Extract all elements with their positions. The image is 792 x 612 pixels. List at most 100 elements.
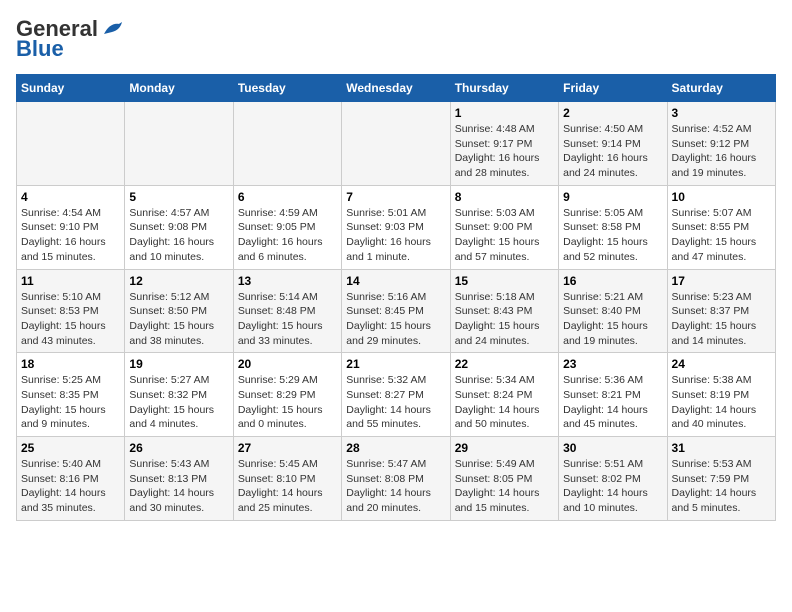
calendar-cell: 10 Sunrise: 5:07 AM Sunset: 8:55 PM Dayli… [667,185,775,269]
day-info: Sunrise: 5:03 AM Sunset: 9:00 PM Dayligh… [455,206,554,265]
day-number: 27 [238,441,337,455]
calendar-cell: 24 Sunrise: 5:38 AM Sunset: 8:19 PM Dayli… [667,353,775,437]
day-info: Sunrise: 5:45 AM Sunset: 8:10 PM Dayligh… [238,457,337,516]
day-info: Sunrise: 5:21 AM Sunset: 8:40 PM Dayligh… [563,290,662,349]
day-number: 13 [238,274,337,288]
day-info: Sunrise: 5:07 AM Sunset: 8:55 PM Dayligh… [672,206,771,265]
day-info: Sunrise: 5:01 AM Sunset: 9:03 PM Dayligh… [346,206,445,265]
calendar-cell: 16 Sunrise: 5:21 AM Sunset: 8:40 PM Dayli… [559,269,667,353]
calendar-cell [342,102,450,186]
calendar-cell: 5 Sunrise: 4:57 AM Sunset: 9:08 PM Daylig… [125,185,233,269]
day-info: Sunrise: 5:10 AM Sunset: 8:53 PM Dayligh… [21,290,120,349]
day-info: Sunrise: 5:27 AM Sunset: 8:32 PM Dayligh… [129,373,228,432]
day-info: Sunrise: 4:52 AM Sunset: 9:12 PM Dayligh… [672,122,771,181]
calendar-cell: 7 Sunrise: 5:01 AM Sunset: 9:03 PM Daylig… [342,185,450,269]
day-number: 25 [21,441,120,455]
calendar-cell: 17 Sunrise: 5:23 AM Sunset: 8:37 PM Dayli… [667,269,775,353]
day-number: 1 [455,106,554,120]
calendar-week: 18Sunrise: 5:25 AM Sunset: 8:35 PM Dayli… [17,353,776,437]
day-number: 15 [455,274,554,288]
calendar-cell: 23 Sunrise: 5:36 AM Sunset: 8:21 PM Dayli… [559,353,667,437]
calendar-cell: 29Sunrise: 5:49 AM Sunset: 8:05 PM Dayli… [450,437,558,521]
day-number: 19 [129,357,228,371]
calendar-cell: 19 Sunrise: 5:27 AM Sunset: 8:32 PM Dayli… [125,353,233,437]
calendar-cell: 3Sunrise: 4:52 AM Sunset: 9:12 PM Daylig… [667,102,775,186]
day-info: Sunrise: 4:54 AM Sunset: 9:10 PM Dayligh… [21,206,120,265]
logo-blue: Blue [16,36,64,62]
day-info: Sunrise: 5:36 AM Sunset: 8:21 PM Dayligh… [563,373,662,432]
day-info: Sunrise: 5:53 AM Sunset: 7:59 PM Dayligh… [672,457,771,516]
calendar-cell: 20 Sunrise: 5:29 AM Sunset: 8:29 PM Dayli… [233,353,341,437]
header-row: SundayMondayTuesdayWednesdayThursdayFrid… [17,75,776,102]
day-number: 18 [21,357,120,371]
day-number: 4 [21,190,120,204]
calendar-cell: 2 Sunrise: 4:50 AM Sunset: 9:14 PM Daylig… [559,102,667,186]
day-info: Sunrise: 5:38 AM Sunset: 8:19 PM Dayligh… [672,373,771,432]
day-number: 12 [129,274,228,288]
day-number: 5 [129,190,228,204]
day-number: 26 [129,441,228,455]
day-info: Sunrise: 5:18 AM Sunset: 8:43 PM Dayligh… [455,290,554,349]
calendar-cell: 8Sunrise: 5:03 AM Sunset: 9:00 PM Daylig… [450,185,558,269]
day-of-week-header: Saturday [667,75,775,102]
day-number: 22 [455,357,554,371]
calendar-cell [125,102,233,186]
day-info: Sunrise: 5:29 AM Sunset: 8:29 PM Dayligh… [238,373,337,432]
calendar-cell: 6Sunrise: 4:59 AM Sunset: 9:05 PM Daylig… [233,185,341,269]
day-info: Sunrise: 5:12 AM Sunset: 8:50 PM Dayligh… [129,290,228,349]
day-of-week-header: Wednesday [342,75,450,102]
calendar-cell: 4 Sunrise: 4:54 AM Sunset: 9:10 PM Daylig… [17,185,125,269]
calendar-cell: 28 Sunrise: 5:47 AM Sunset: 8:08 PM Dayli… [342,437,450,521]
calendar-cell: 14Sunrise: 5:16 AM Sunset: 8:45 PM Dayli… [342,269,450,353]
calendar-cell: 1 Sunrise: 4:48 AM Sunset: 9:17 PM Daylig… [450,102,558,186]
calendar-cell: 11 Sunrise: 5:10 AM Sunset: 8:53 PM Dayli… [17,269,125,353]
calendar-cell [233,102,341,186]
calendar-cell: 12 Sunrise: 5:12 AM Sunset: 8:50 PM Dayli… [125,269,233,353]
day-of-week-header: Sunday [17,75,125,102]
day-info: Sunrise: 5:14 AM Sunset: 8:48 PM Dayligh… [238,290,337,349]
calendar-cell: 15 Sunrise: 5:18 AM Sunset: 8:43 PM Dayli… [450,269,558,353]
day-info: Sunrise: 5:34 AM Sunset: 8:24 PM Dayligh… [455,373,554,432]
day-number: 21 [346,357,445,371]
day-info: Sunrise: 4:50 AM Sunset: 9:14 PM Dayligh… [563,122,662,181]
logo-bird-icon [102,20,124,38]
day-number: 20 [238,357,337,371]
day-number: 30 [563,441,662,455]
day-info: Sunrise: 5:43 AM Sunset: 8:13 PM Dayligh… [129,457,228,516]
calendar-cell: 22 Sunrise: 5:34 AM Sunset: 8:24 PM Dayli… [450,353,558,437]
calendar-cell: 26 Sunrise: 5:43 AM Sunset: 8:13 PM Dayli… [125,437,233,521]
day-info: Sunrise: 4:48 AM Sunset: 9:17 PM Dayligh… [455,122,554,181]
day-number: 31 [672,441,771,455]
day-number: 2 [563,106,662,120]
day-info: Sunrise: 4:57 AM Sunset: 9:08 PM Dayligh… [129,206,228,265]
day-info: Sunrise: 5:32 AM Sunset: 8:27 PM Dayligh… [346,373,445,432]
day-info: Sunrise: 5:47 AM Sunset: 8:08 PM Dayligh… [346,457,445,516]
calendar-table: SundayMondayTuesdayWednesdayThursdayFrid… [16,74,776,521]
day-number: 28 [346,441,445,455]
page-header: General Blue [16,16,776,62]
calendar-cell: 13 Sunrise: 5:14 AM Sunset: 8:48 PM Dayli… [233,269,341,353]
day-number: 24 [672,357,771,371]
day-number: 16 [563,274,662,288]
day-of-week-header: Thursday [450,75,558,102]
day-info: Sunrise: 4:59 AM Sunset: 9:05 PM Dayligh… [238,206,337,265]
calendar-cell: 18Sunrise: 5:25 AM Sunset: 8:35 PM Dayli… [17,353,125,437]
day-number: 23 [563,357,662,371]
calendar-cell: 9Sunrise: 5:05 AM Sunset: 8:58 PM Daylig… [559,185,667,269]
day-number: 10 [672,190,771,204]
day-number: 7 [346,190,445,204]
day-info: Sunrise: 5:40 AM Sunset: 8:16 PM Dayligh… [21,457,120,516]
calendar-week: 11 Sunrise: 5:10 AM Sunset: 8:53 PM Dayli… [17,269,776,353]
calendar-week: 4 Sunrise: 4:54 AM Sunset: 9:10 PM Daylig… [17,185,776,269]
day-number: 11 [21,274,120,288]
day-info: Sunrise: 5:23 AM Sunset: 8:37 PM Dayligh… [672,290,771,349]
calendar-cell: 25 Sunrise: 5:40 AM Sunset: 8:16 PM Dayli… [17,437,125,521]
calendar-cell [17,102,125,186]
day-of-week-header: Tuesday [233,75,341,102]
calendar-week: 1 Sunrise: 4:48 AM Sunset: 9:17 PM Daylig… [17,102,776,186]
calendar-cell: 27 Sunrise: 5:45 AM Sunset: 8:10 PM Dayli… [233,437,341,521]
calendar-cell: 30Sunrise: 5:51 AM Sunset: 8:02 PM Dayli… [559,437,667,521]
day-of-week-header: Monday [125,75,233,102]
day-info: Sunrise: 5:05 AM Sunset: 8:58 PM Dayligh… [563,206,662,265]
day-number: 17 [672,274,771,288]
